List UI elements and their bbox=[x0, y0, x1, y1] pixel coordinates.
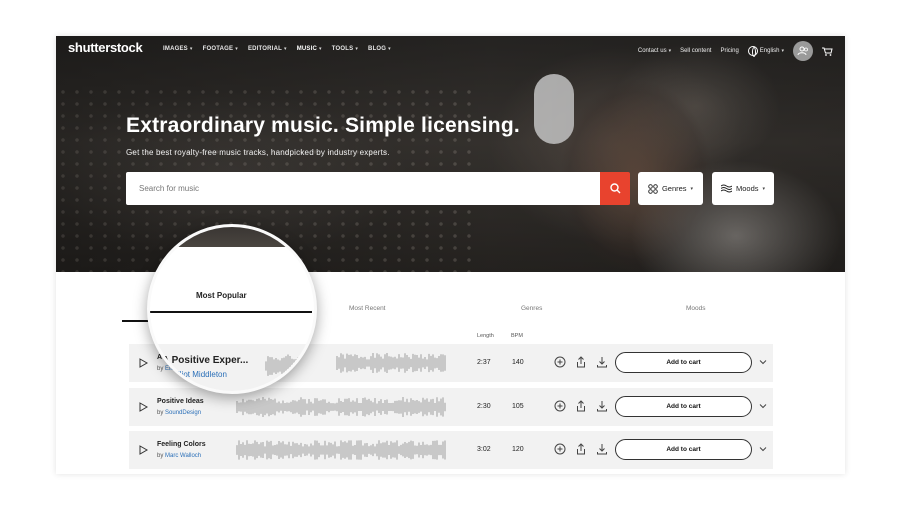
track-title[interactable]: Feeling Colors bbox=[157, 441, 206, 448]
search-button[interactable] bbox=[600, 172, 630, 205]
waveform[interactable] bbox=[336, 352, 446, 374]
track-title[interactable]: Positive Ideas bbox=[157, 398, 204, 405]
chevron-down-icon: ▾ bbox=[189, 46, 193, 52]
play-icon[interactable] bbox=[139, 445, 148, 455]
add-to-collection-icon[interactable] bbox=[554, 400, 566, 412]
add-to-collection-icon[interactable] bbox=[554, 443, 566, 455]
track-bpm: 120 bbox=[512, 446, 524, 453]
search-input[interactable] bbox=[126, 172, 600, 205]
waveform[interactable] bbox=[236, 439, 446, 461]
page-subtitle: Get the best royalty-free music tracks, … bbox=[126, 148, 390, 157]
sell-content-link[interactable]: Sell content bbox=[680, 48, 711, 54]
share-icon[interactable] bbox=[575, 400, 587, 412]
chevron-down-icon[interactable] bbox=[759, 358, 767, 366]
menu-item-blog[interactable]: BLOG ▾ bbox=[368, 46, 391, 52]
pricing-link[interactable]: Pricing bbox=[720, 48, 738, 54]
browser-frame: shutterstock IMAGES ▾ FOOTAGE ▾ EDITORIAL ▾… bbox=[56, 36, 845, 474]
menu-item-tools[interactable]: TOOLS ▾ bbox=[332, 46, 358, 52]
chevron-down-icon: ▾ bbox=[690, 185, 694, 192]
share-icon[interactable] bbox=[575, 356, 587, 368]
download-icon[interactable] bbox=[596, 356, 608, 368]
tab-most-recent[interactable]: Most Recent bbox=[349, 305, 386, 312]
search-box bbox=[126, 172, 600, 205]
artist-link[interactable]: SoundDesign bbox=[165, 410, 201, 416]
chevron-down-icon: ▾ bbox=[283, 46, 287, 52]
track-row[interactable]: Feeling Colors by Marc Walloch 3:02 120 … bbox=[129, 431, 773, 469]
magnified-hero-strip bbox=[150, 227, 314, 247]
waves-icon bbox=[720, 184, 732, 193]
chevron-down-icon: ▾ bbox=[319, 46, 322, 52]
waveform[interactable] bbox=[236, 396, 446, 418]
avatar[interactable] bbox=[793, 41, 813, 61]
artist-link[interactable]: Elliot Middleton bbox=[173, 370, 227, 379]
globe-icon bbox=[747, 46, 758, 57]
track-artist: by Elliot Middleton bbox=[162, 370, 227, 379]
chevron-down-icon[interactable] bbox=[759, 402, 767, 410]
track-length: 2:30 bbox=[477, 403, 491, 410]
tab-most-popular[interactable]: Most Popular bbox=[196, 291, 247, 300]
chevron-down-icon: ▾ bbox=[388, 46, 391, 52]
track-title[interactable]: A Positive Exper... bbox=[162, 355, 248, 366]
add-to-collection-icon[interactable] bbox=[554, 356, 566, 368]
menu-item-images[interactable]: IMAGES ▾ bbox=[163, 46, 193, 52]
play-icon[interactable] bbox=[139, 402, 148, 412]
play-icon[interactable] bbox=[139, 358, 148, 368]
share-icon[interactable] bbox=[575, 443, 587, 455]
chevron-down-icon: ▾ bbox=[235, 46, 238, 52]
top-nav: shutterstock IMAGES ▾ FOOTAGE ▾ EDITORIAL ▾… bbox=[56, 36, 845, 64]
tab-moods[interactable]: Moods bbox=[686, 305, 706, 312]
add-to-cart-button[interactable]: Add to cart bbox=[615, 352, 752, 373]
menu-item-footage[interactable]: FOOTAGE ▾ bbox=[203, 46, 238, 52]
bpm-column-header: BPM bbox=[511, 333, 523, 339]
shutterstock-logo[interactable]: shutterstock bbox=[68, 40, 143, 55]
tab-genres[interactable]: Genres bbox=[521, 305, 542, 312]
track-artist: by Marc Walloch bbox=[157, 453, 202, 459]
genres-filter-button[interactable]: Genres ▾ bbox=[638, 172, 703, 205]
cart-icon[interactable] bbox=[822, 47, 833, 56]
chevron-down-icon: ▾ bbox=[355, 46, 359, 52]
chevron-down-icon: ▾ bbox=[781, 48, 784, 54]
moods-filter-button[interactable]: Moods ▾ bbox=[712, 172, 774, 205]
track-length: 3:02 bbox=[477, 446, 491, 453]
user-icon bbox=[797, 46, 808, 56]
track-artist: by SoundDesign bbox=[157, 410, 202, 416]
menu-item-music[interactable]: MUSIC ▾ bbox=[297, 46, 322, 52]
track-bpm: 140 bbox=[512, 359, 524, 366]
chevron-down-icon: ▾ bbox=[762, 185, 766, 192]
length-column-header: Length bbox=[477, 333, 494, 339]
main-menu: IMAGES ▾ FOOTAGE ▾ EDITORIAL ▾ MUSIC ▾ TOOLS… bbox=[163, 46, 391, 52]
artist-link[interactable]: Marc Walloch bbox=[165, 453, 201, 459]
add-to-cart-button[interactable]: Add to cart bbox=[615, 439, 752, 460]
track-bpm: 105 bbox=[512, 403, 524, 410]
contact-us-link[interactable]: Contact us ▾ bbox=[638, 48, 671, 54]
waveform bbox=[265, 354, 314, 378]
language-selector[interactable]: English ▾ bbox=[747, 46, 784, 57]
chevron-down-icon: ▾ bbox=[668, 48, 672, 54]
download-icon[interactable] bbox=[596, 443, 608, 455]
search-icon bbox=[609, 183, 620, 194]
page-title: Extraordinary music. Simple licensing. bbox=[126, 114, 520, 137]
download-icon[interactable] bbox=[596, 400, 608, 412]
chevron-down-icon[interactable] bbox=[759, 445, 767, 453]
track-length: 2:37 bbox=[477, 359, 491, 366]
menu-item-editorial[interactable]: EDITORIAL ▾ bbox=[248, 46, 287, 52]
nav-right: Contact us ▾ Sell content Pricing English… bbox=[638, 41, 833, 61]
add-to-cart-button[interactable]: Add to cart bbox=[615, 396, 752, 417]
active-tab-underline bbox=[150, 311, 312, 313]
magnifier-callout: Most Popular A Positive Exper... by Elli… bbox=[147, 224, 317, 394]
genres-icon bbox=[648, 183, 658, 194]
